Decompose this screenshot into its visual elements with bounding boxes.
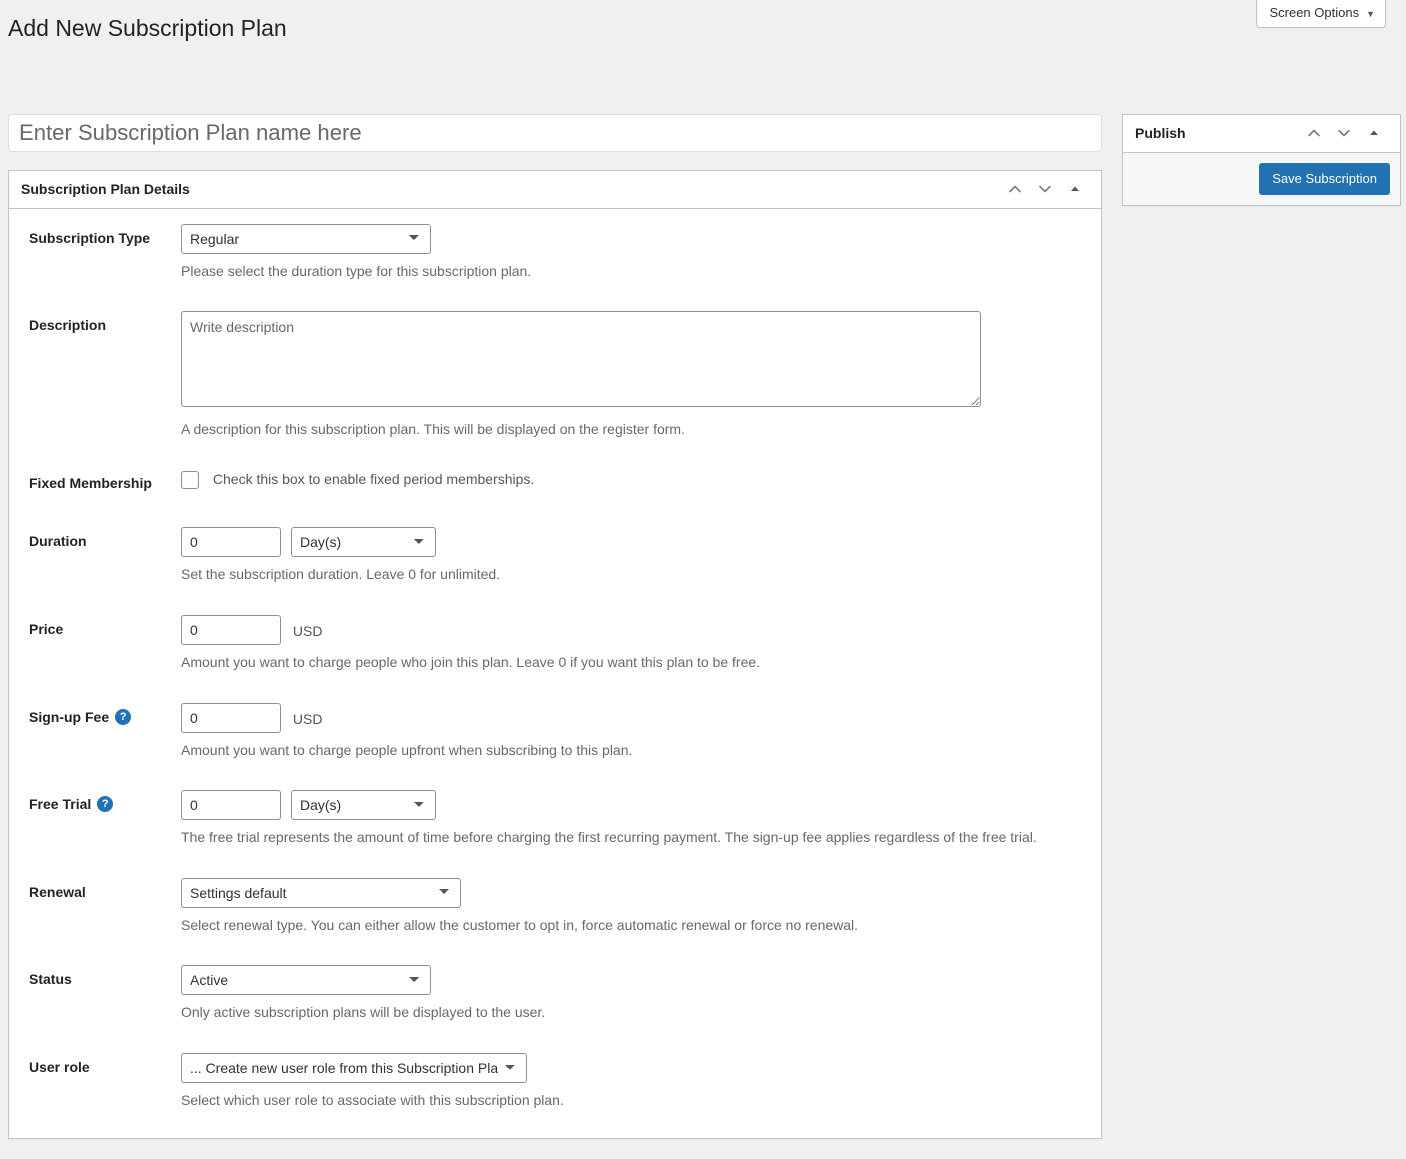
page-title: Add New Subscription Plan — [8, 15, 287, 41]
field-row-description: Description A description for this subsc… — [21, 296, 1089, 454]
sidebar-column: Publish Save Subscription — [1122, 113, 1401, 226]
page-wrap: Add New Subscription Plan Subscription P… — [0, 0, 1406, 1139]
user-role-select[interactable]: ... Create new user role from this Subsc… — [181, 1053, 527, 1084]
label-text: Fixed Membership — [29, 475, 152, 492]
field-row-free-trial: Free Trial ? Day(s) — [21, 775, 1089, 863]
description-subscription-type: Please select the duration type for this… — [181, 262, 532, 279]
publish-panel-title: Publish — [1135, 124, 1186, 141]
label-free-trial: Free Trial ? — [21, 775, 171, 863]
label-text: Subscription Type — [29, 229, 151, 246]
save-subscription-button[interactable]: Save Subscription — [1259, 162, 1390, 195]
description-help-description: A description for this subscription plan… — [181, 420, 685, 437]
description-status: Only active subscription plans will be d… — [181, 1004, 546, 1021]
subscription-plan-name-input[interactable] — [8, 113, 1102, 152]
fixed-membership-label[interactable]: Check this box to enable fixed period me… — [181, 470, 535, 489]
publish-panel: Publish Save Subscription — [1122, 113, 1401, 206]
label-user-role: User role — [21, 1038, 171, 1126]
description-duration: Set the subscription duration. Leave 0 f… — [181, 566, 501, 583]
field-row-duration: Duration Day(s) — [21, 512, 1089, 600]
toggle-panel-icon[interactable] — [1360, 119, 1388, 147]
signup-fee-input[interactable] — [181, 702, 281, 733]
label-status: Status — [21, 950, 171, 1038]
publishing-actions: Save Subscription — [1123, 152, 1400, 205]
help-icon[interactable]: ? — [115, 708, 132, 725]
field-row-signup-fee: Sign-up Fee ? USD Amount you want to cha… — [21, 688, 1089, 776]
description-textarea[interactable] — [181, 311, 981, 408]
screen-options-button[interactable]: Screen Options ▼ — [1256, 0, 1386, 29]
field-row-user-role: User role ... Create new user role from … — [21, 1038, 1089, 1126]
move-down-icon[interactable] — [1031, 175, 1059, 203]
description-free-trial: The free trial represents the amount of … — [181, 829, 1037, 846]
label-renewal: Renewal — [21, 863, 171, 951]
label-subscription-type: Subscription Type — [21, 209, 171, 297]
toggle-panel-icon[interactable] — [1061, 175, 1089, 203]
duration-input[interactable] — [181, 527, 281, 558]
move-up-icon[interactable] — [1300, 119, 1328, 147]
screen-options-label: Screen Options — [1269, 5, 1360, 20]
main-column: Subscription Plan Details — [8, 113, 1102, 1159]
field-row-subscription-type: Subscription Type Regular Please select … — [21, 209, 1089, 297]
description-user-role: Select which user role to associate with… — [181, 1092, 564, 1109]
label-fixed-membership: Fixed Membership — [21, 454, 171, 512]
status-select[interactable]: Active — [181, 965, 431, 996]
field-row-fixed-membership: Fixed Membership Check this box to enabl… — [21, 454, 1089, 512]
screen-meta-links: Screen Options ▼ — [1256, 0, 1386, 29]
label-description: Description — [21, 296, 171, 454]
free-trial-period-select[interactable]: Day(s) — [291, 790, 436, 821]
label-text: Status — [29, 971, 72, 988]
description-price: Amount you want to charge people who joi… — [181, 654, 761, 671]
price-input[interactable] — [181, 615, 281, 646]
price-currency: USD — [292, 623, 323, 640]
description-renewal: Select renewal type. You can either allo… — [181, 916, 859, 933]
label-duration: Duration — [21, 512, 171, 600]
panel-header: Subscription Plan Details — [9, 171, 1101, 209]
title-field-wrapper — [8, 113, 1102, 170]
label-text: Duration — [29, 533, 87, 550]
label-text: Renewal — [29, 883, 86, 900]
subscription-fields-table: Subscription Type Regular Please select … — [21, 209, 1089, 1126]
label-text: User role — [29, 1059, 90, 1076]
move-up-icon[interactable] — [1001, 175, 1029, 203]
renewal-select[interactable]: Settings default — [181, 877, 461, 908]
subscription-plan-details-panel: Subscription Plan Details Subscription T… — [8, 169, 1102, 1139]
duration-period-select[interactable]: Day(s) — [291, 527, 436, 558]
move-down-icon[interactable] — [1330, 119, 1358, 147]
label-signup-fee: Sign-up Fee ? — [21, 688, 171, 776]
label-text: Price — [29, 621, 64, 638]
publish-panel-header-actions — [1300, 119, 1388, 147]
fixed-membership-checkbox[interactable] — [181, 470, 199, 489]
free-trial-input[interactable] — [181, 790, 281, 821]
fixed-membership-checkbox-text: Check this box to enable fixed period me… — [212, 471, 535, 488]
publish-panel-header: Publish — [1123, 115, 1400, 153]
label-price: Price — [21, 600, 171, 688]
help-icon[interactable]: ? — [97, 796, 114, 813]
panel-body: Subscription Type Regular Please select … — [9, 209, 1101, 1138]
publish-panel-body: Save Subscription — [1123, 152, 1400, 205]
description-signup-fee: Amount you want to charge people upfront… — [181, 741, 633, 758]
subscription-type-select[interactable]: Regular — [181, 223, 431, 254]
field-row-renewal: Renewal Settings default Select renewal … — [21, 863, 1089, 951]
panel-title: Subscription Plan Details — [21, 180, 190, 197]
label-text: Sign-up Fee — [29, 708, 110, 725]
label-text: Free Trial — [29, 796, 92, 813]
field-row-status: Status Active Only active subscription p… — [21, 950, 1089, 1038]
panel-header-actions — [1001, 175, 1089, 203]
field-row-price: Price USD Amount you want to charge peop… — [21, 600, 1089, 688]
chevron-down-icon: ▼ — [1366, 8, 1375, 19]
label-text: Description — [29, 317, 107, 334]
signup-fee-currency: USD — [292, 710, 323, 727]
